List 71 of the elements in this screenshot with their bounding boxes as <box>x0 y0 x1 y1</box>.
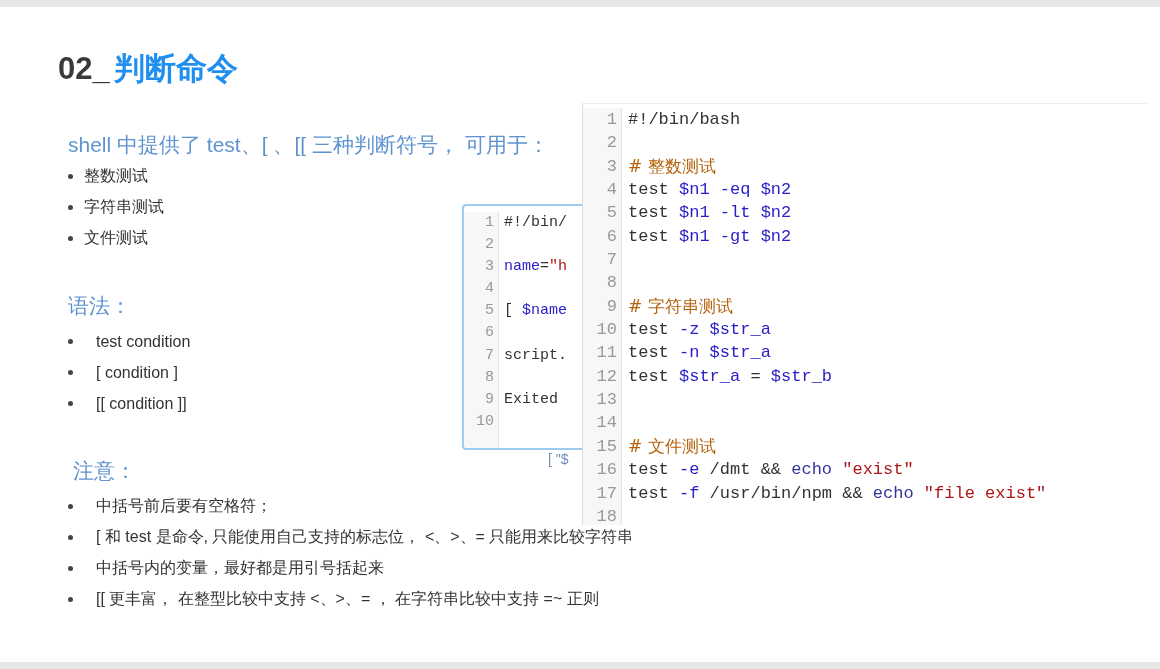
list-item: [ condition ] <box>96 363 178 382</box>
line-number: 4 <box>484 279 494 300</box>
line-number: 1 <box>484 213 494 233</box>
bullet-icon <box>68 597 73 602</box>
line-number: 9 <box>605 295 617 318</box>
code-line: #!/bin/ <box>504 214 567 231</box>
line-number: 9 <box>484 389 494 410</box>
list-item: 中括号前后要有空格符； <box>96 496 272 516</box>
code-line: Exited <box>504 390 558 408</box>
slide-number: 02_ <box>58 51 110 86</box>
code-line: test -f /usr/bin/npm && echo "file exist" <box>628 483 1047 503</box>
line-number: 7 <box>484 345 494 366</box>
line-number: 6 <box>605 225 617 248</box>
list-item: [[ 更丰富， 在整型比较中支持 <、>、= ， 在字符串比较中支持 =~ 正则 <box>96 589 599 609</box>
line-number: 5 <box>484 301 494 322</box>
line-number: 2 <box>484 235 494 256</box>
code-line: # 文件测试 <box>628 437 716 457</box>
bullet-icon <box>68 504 73 509</box>
code-line: test $n1 -lt $n2 <box>628 203 792 223</box>
line-number: 11 <box>595 342 617 365</box>
line-number: 3 <box>484 257 494 278</box>
code-line: #!/bin/bash <box>628 110 741 129</box>
list-item: test condition <box>96 332 191 351</box>
code-fragment: [ "$ <box>548 451 569 467</box>
code-line: test $n1 -eq $n2 <box>628 180 792 200</box>
bullet-icon <box>68 566 73 571</box>
bullet-icon <box>68 339 73 344</box>
line-number: 1 <box>605 109 617 131</box>
code-line: test $str_a = $str_b <box>628 366 833 386</box>
list-item: [ 和 test 是命令, 只能使用自己支持的标志位， <、>、= 只能用来比较字符串 <box>96 527 634 547</box>
line-number: 6 <box>484 323 494 344</box>
bullet-icon <box>68 370 73 375</box>
line-number: 12 <box>595 365 617 388</box>
line-number: 10 <box>475 411 494 432</box>
section-heading: shell 中提供了 test、[ 、[[ 三种判断符号， 可用于： <box>68 132 549 158</box>
bullet-icon <box>68 535 73 540</box>
code-line: script. <box>504 346 567 364</box>
list-item: 文件测试 <box>84 228 148 248</box>
line-number: 8 <box>484 367 494 388</box>
list-item: [[ condition ]] <box>96 394 187 413</box>
line-number: 5 <box>605 202 617 225</box>
line-number: 3 <box>605 155 617 178</box>
line-number: 2 <box>605 132 617 155</box>
code-line: # 整数测试 <box>628 157 716 177</box>
code-line: test -e /dmt && echo "exist" <box>628 460 914 480</box>
bullet-icon <box>68 236 73 241</box>
bullet-icon <box>68 401 73 406</box>
line-number: 4 <box>605 179 617 202</box>
line-number: 16 <box>595 459 617 482</box>
line-number: 7 <box>605 249 617 272</box>
line-number: 17 <box>595 482 617 505</box>
line-number: 14 <box>595 412 617 435</box>
code-line: test $n1 -gt $n2 <box>628 226 792 246</box>
code-line: test -n $str_a <box>628 343 771 363</box>
list-item: 中括号内的变量，最好都是用引号括起来 <box>96 558 384 578</box>
bullet-icon <box>68 174 73 179</box>
line-number: 8 <box>605 272 617 295</box>
list-item: 字符串测试 <box>84 197 164 217</box>
line-number: 10 <box>595 319 617 342</box>
bullet-icon <box>68 205 73 210</box>
code-line: [ $name <box>504 302 568 320</box>
section-heading: 语法： <box>68 293 131 319</box>
line-number: 15 <box>595 435 617 458</box>
code-line: test -z $str_a <box>628 320 771 340</box>
section-heading: 注意： <box>73 458 136 484</box>
line-number: 13 <box>595 389 617 412</box>
code-line: # 字符串测试 <box>628 297 733 317</box>
code-line: name="h <box>504 258 568 276</box>
slide-title: 判断命令 <box>113 51 238 86</box>
line-number: 18 <box>595 505 617 525</box>
list-item: 整数测试 <box>84 166 148 186</box>
